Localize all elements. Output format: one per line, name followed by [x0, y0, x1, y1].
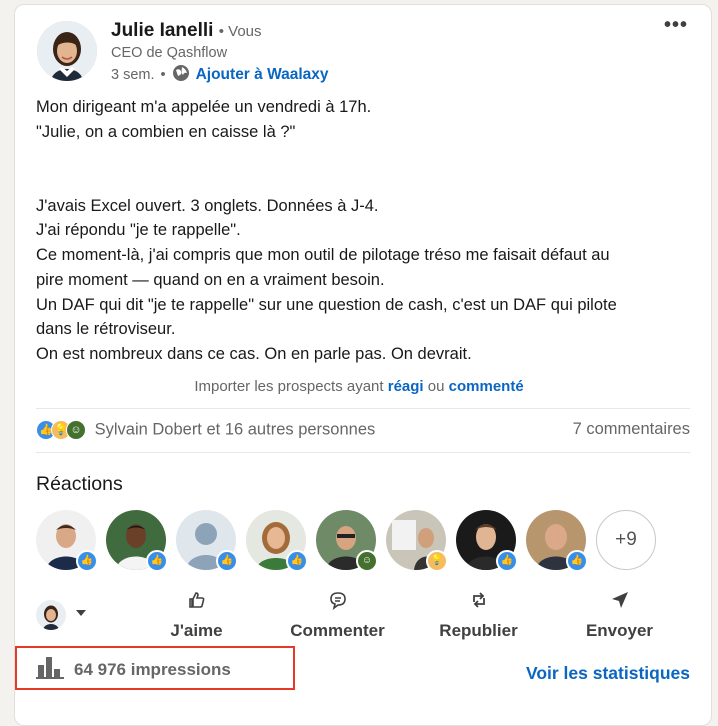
- author-avatar[interactable]: [37, 21, 97, 81]
- like-icon: 👍: [566, 550, 588, 572]
- post-meta: 3 sem. • Ajouter à Waalaxy: [111, 64, 329, 86]
- comment-button[interactable]: Commenter: [267, 590, 408, 641]
- post-line: J'ai répondu "je te rappelle".: [36, 221, 241, 240]
- post-line: [36, 169, 696, 194]
- post-line: [36, 144, 696, 169]
- reactors-summary[interactable]: 👍 💡 ☺ Sylvain Dobert et 16 autres person…: [36, 420, 375, 440]
- post-line: Ce moment-là, j'ai compris que mon outil…: [36, 246, 610, 265]
- repost-label: Republier: [439, 621, 518, 640]
- author-headline: CEO de Qashflow: [111, 45, 228, 61]
- like-icon: 👍: [146, 550, 168, 572]
- reactor-avatar[interactable]: ☺: [316, 510, 378, 572]
- post-line: dans le rétroviseur.: [36, 320, 176, 339]
- more-reactors-button[interactable]: +9: [596, 510, 656, 570]
- celebrate-icon: ☺: [356, 550, 378, 572]
- like-label: J'aime: [170, 621, 223, 640]
- post-line: Un DAF qui dit "je te rappelle" sur une …: [36, 295, 617, 314]
- divider: [36, 452, 690, 453]
- post-time: 3 sem.: [111, 67, 155, 83]
- send-icon: [610, 590, 630, 615]
- like-icon: 👍: [216, 550, 238, 572]
- self-avatar: [36, 600, 66, 630]
- reactor-avatar[interactable]: 👍: [36, 510, 98, 572]
- reactor-avatar[interactable]: 👍: [526, 510, 588, 572]
- author-name-text[interactable]: Julie Ianelli: [111, 20, 213, 41]
- connection-degree: • Vous: [218, 23, 262, 40]
- reactor-avatar[interactable]: 👍: [176, 510, 238, 572]
- post-line: J'avais Excel ouvert. 3 onglets. Données…: [36, 196, 379, 215]
- import-prefix: Importer les prospects ayant: [194, 378, 384, 395]
- insight-icon: 💡: [426, 550, 448, 572]
- add-to-waalaxy-link[interactable]: Ajouter à Waalaxy: [196, 66, 329, 84]
- comments-count[interactable]: 7 commentaires: [573, 420, 690, 440]
- social-counts: 👍 💡 ☺ Sylvain Dobert et 16 autres person…: [36, 420, 690, 440]
- reactor-avatar[interactable]: 💡: [386, 510, 448, 572]
- reactor-avatar[interactable]: 👍: [246, 510, 308, 572]
- like-icon: 👍: [286, 550, 308, 572]
- chevron-down-icon: [74, 606, 88, 625]
- post-line: "Julie, on a combien en caisse là ?": [36, 122, 296, 141]
- reactions-title: Réactions: [36, 473, 123, 495]
- send-label: Envoyer: [585, 621, 654, 640]
- reactors-text[interactable]: Sylvain Dobert et 16 autres personnes: [95, 420, 376, 438]
- send-button[interactable]: Envoyer: [549, 590, 690, 641]
- import-prospects: Importer les prospects ayant réagi ou co…: [0, 378, 718, 395]
- globe-icon: [172, 64, 190, 86]
- bar-chart-icon: [36, 655, 64, 684]
- like-icon: 👍: [496, 550, 518, 572]
- import-commented-link[interactable]: commenté: [449, 378, 524, 395]
- comment-icon: [328, 590, 348, 615]
- reaction-type-icons: 👍 💡 ☺: [36, 420, 86, 440]
- reactor-avatar[interactable]: 👍: [456, 510, 518, 572]
- impressions-count[interactable]: 64 976 impressions: [36, 655, 231, 684]
- reactor-avatars: 👍 👍 👍 👍 ☺ 💡 👍 👍 +9: [36, 510, 656, 572]
- repost-icon: [469, 590, 489, 615]
- import-reacted-link[interactable]: réagi: [388, 378, 424, 395]
- repost-button[interactable]: Republier: [408, 590, 549, 641]
- view-stats-link[interactable]: Voir les statistiques: [526, 663, 690, 684]
- import-middle: ou: [427, 378, 445, 395]
- more-dots-icon[interactable]: •••: [664, 14, 688, 37]
- post-line: Mon dirigeant m'a appelée un vendredi à …: [36, 98, 372, 116]
- reaction-identity-selector[interactable]: [36, 590, 126, 630]
- post-line: On est nombreux dans ce cas. On en parle…: [36, 345, 472, 363]
- divider: [36, 408, 690, 409]
- celebrate-icon: ☺: [66, 420, 86, 440]
- post-actions: J'aime Commenter Republier Envoyer: [36, 590, 690, 641]
- reactor-avatar[interactable]: 👍: [106, 510, 168, 572]
- like-icon: 👍: [76, 550, 98, 572]
- comment-label: Commenter: [290, 621, 385, 640]
- post-line: pire moment — quand on en a vraiment bes…: [36, 270, 385, 289]
- meta-separator: •: [160, 67, 166, 83]
- author-name[interactable]: Julie Ianelli • Vous: [111, 20, 262, 42]
- impressions-text: 64 976 impressions: [74, 659, 231, 679]
- thumb-up-icon: [187, 590, 207, 615]
- post-body: Mon dirigeant m'a appelée un vendredi à …: [36, 95, 696, 367]
- like-button[interactable]: J'aime: [126, 590, 267, 641]
